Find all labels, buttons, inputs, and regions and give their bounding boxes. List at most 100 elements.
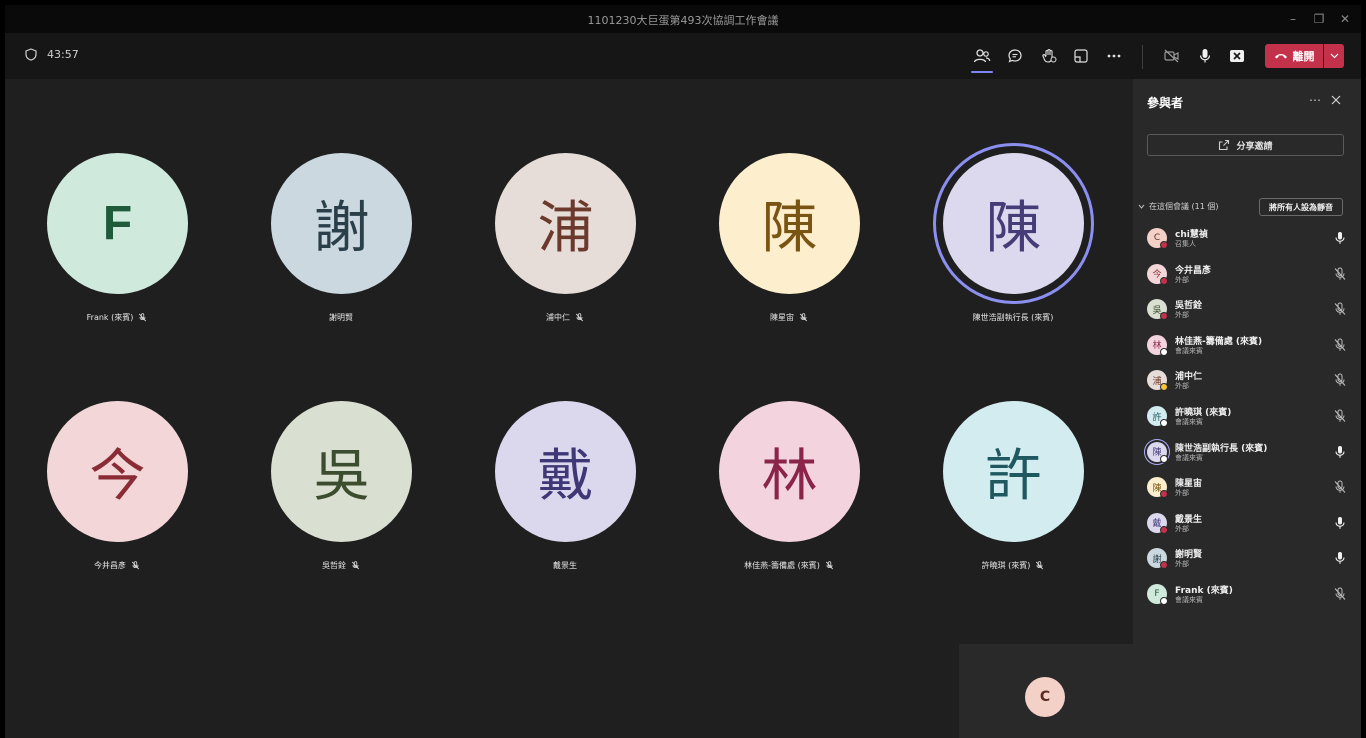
panel-close-button[interactable]: [1329, 93, 1347, 111]
chevron-down-icon: [1330, 53, 1339, 59]
participant-avatar: F: [47, 153, 188, 294]
participant-name: 陳世浩副執行長 (來賓): [972, 313, 1054, 322]
participant-tile-name: 陳世浩副執行長 (來賓): [901, 312, 1125, 323]
mic-off-icon: [575, 313, 584, 322]
mic-off-icon: [1035, 561, 1044, 570]
participant-role: 會議來賓: [1175, 346, 1203, 355]
participant-list-item[interactable]: 今今井昌彥 外部: [1147, 258, 1352, 288]
microphone-icon: [1198, 48, 1212, 64]
mic-off-icon: [799, 313, 808, 322]
panel-more-button[interactable]: ⋯: [1305, 93, 1325, 109]
leave-options-button[interactable]: [1324, 44, 1344, 68]
self-view[interactable]: C: [959, 644, 1133, 738]
presence-status-icon: [1160, 454, 1168, 463]
section-label: 在這個會議 (11 個): [1149, 202, 1219, 211]
participant-avatar: 林: [719, 401, 860, 542]
participants-panel: 參與者 ⋯ 分享邀請 在這個會議 (11 個) 將所有人設為靜音 Cchi慧禎召…: [1133, 79, 1361, 738]
participant-avatar: 戴: [495, 401, 636, 542]
participant-list-item[interactable]: 戴戴景生 外部: [1147, 507, 1352, 537]
mic-off-icon: [1333, 480, 1347, 494]
presence-status-icon: [1160, 525, 1168, 534]
stop-sharing-icon: [1229, 49, 1245, 63]
share-invite-button[interactable]: 分享邀請: [1147, 134, 1344, 156]
presence-status-icon: [1160, 597, 1168, 605]
mic-off-icon: [1333, 338, 1347, 352]
active-tab-indicator: [971, 71, 993, 73]
participant-name: 謝明賢: [329, 313, 353, 322]
microphone-icon: [1333, 516, 1347, 530]
leave-button[interactable]: 離開: [1265, 44, 1323, 68]
presence-status-icon: [1160, 312, 1168, 321]
mute-all-button[interactable]: 將所有人設為靜音: [1259, 198, 1343, 216]
more-actions-button[interactable]: [1102, 44, 1126, 68]
hang-up-icon: [1274, 52, 1288, 60]
participant-list-item[interactable]: Cchi慧禎 召集人: [1147, 222, 1352, 252]
more-icon: [1106, 48, 1122, 64]
close-window-button[interactable]: ✕: [1333, 9, 1357, 29]
participant-list-item[interactable]: F Frank (來賓) 會議來賓: [1147, 578, 1352, 608]
participant-name: Frank (來賓): [86, 313, 134, 322]
participant-list-item[interactable]: 吳吳哲銓 外部: [1147, 293, 1352, 323]
leave-label: 離開: [1292, 50, 1315, 63]
restore-button[interactable]: ❐: [1307, 9, 1331, 29]
video-gallery: F Frank (來賓) 謝謝明賢浦浦中仁陳陳星宙陳陳世浩副執行長 (來賓) 今今井昌…: [5, 79, 1133, 738]
in-meeting-section-toggle[interactable]: 在這個會議 (11 個): [1138, 201, 1219, 212]
camera-button[interactable]: [1160, 44, 1184, 68]
participant-tile-name: 許曉琪 (來賓): [901, 560, 1125, 571]
people-button[interactable]: [970, 44, 994, 68]
timer-text: 43:57: [47, 48, 79, 61]
title-bar: 1101230大巨蛋第493次協調工作會議 – ❐ ✕: [5, 5, 1361, 33]
participant-avatar: 吳: [271, 401, 412, 542]
mic-off-icon: [825, 561, 834, 570]
panel-title: 參與者: [1147, 96, 1184, 110]
presence-status-icon: [1160, 383, 1168, 392]
participant-tile-name: 浦中仁: [453, 312, 677, 323]
participant-tile-name: Frank (來賓): [5, 312, 229, 323]
camera-off-icon: [1163, 48, 1181, 64]
microphone-button[interactable]: [1193, 44, 1217, 68]
minimize-button[interactable]: –: [1281, 9, 1305, 29]
presence-status-icon: [1160, 561, 1168, 570]
participant-tile-name: 吳哲銓: [229, 560, 453, 571]
mic-off-icon: [1333, 373, 1347, 387]
mic-off-icon: [131, 561, 140, 570]
chat-button[interactable]: [1003, 44, 1027, 68]
rooms-button[interactable]: [1069, 44, 1093, 68]
share-icon: [1218, 139, 1230, 151]
participant-tile-name: 今井昌彥: [5, 560, 229, 571]
presence-status-icon: [1160, 490, 1168, 499]
participant-list-item[interactable]: 林林佳燕-籌備處 (來賓) 會議來賓: [1147, 329, 1352, 359]
participant-tile-name: 陳星宙: [677, 312, 901, 323]
participant-role: 會議來賓: [1175, 453, 1203, 462]
participant-name: 林佳燕-籌備處 (來賓): [744, 561, 820, 570]
participant-role: 外部: [1175, 382, 1189, 391]
participant-list-item[interactable]: 浦浦中仁 外部: [1147, 364, 1352, 394]
microphone-icon: [1333, 551, 1347, 565]
toolbar-divider: [1142, 45, 1143, 69]
people-icon: [973, 48, 991, 64]
participant-role: 外部: [1175, 560, 1189, 569]
mic-off-icon: [1333, 302, 1347, 316]
reactions-button[interactable]: [1037, 44, 1061, 68]
participant-avatar: 今: [47, 401, 188, 542]
participant-list-item[interactable]: 陳陳星宙 外部: [1147, 471, 1352, 501]
microphone-icon: [1333, 445, 1347, 459]
participant-role: 外部: [1175, 489, 1189, 498]
self-avatar: C: [1025, 677, 1065, 717]
participant-role: 外部: [1175, 311, 1189, 320]
participant-avatar: 謝: [271, 153, 412, 294]
meeting-timer: 43:57: [25, 48, 79, 61]
participant-list-item[interactable]: 許許曉琪 (來賓) 會議來賓: [1147, 400, 1352, 430]
participant-tile-name: 謝明賢: [229, 312, 453, 323]
meeting-toolbar: 43:57 離開: [5, 33, 1361, 79]
participant-role: 召集人: [1175, 240, 1196, 248]
shield-icon: [25, 48, 37, 61]
participant-avatar: 許: [943, 401, 1084, 542]
participant-tile-name: 林佳燕-籌備處 (來賓): [677, 560, 901, 571]
share-content-button[interactable]: [1225, 44, 1249, 68]
close-icon: [1329, 93, 1347, 107]
presence-status-icon: [1160, 276, 1168, 285]
participant-name: 吳哲銓: [322, 561, 346, 570]
participant-list-item[interactable]: 陳陳世浩副執行長 (來賓) 會議來賓: [1147, 436, 1352, 466]
participant-list-item[interactable]: 謝謝明賢 外部: [1147, 542, 1352, 572]
